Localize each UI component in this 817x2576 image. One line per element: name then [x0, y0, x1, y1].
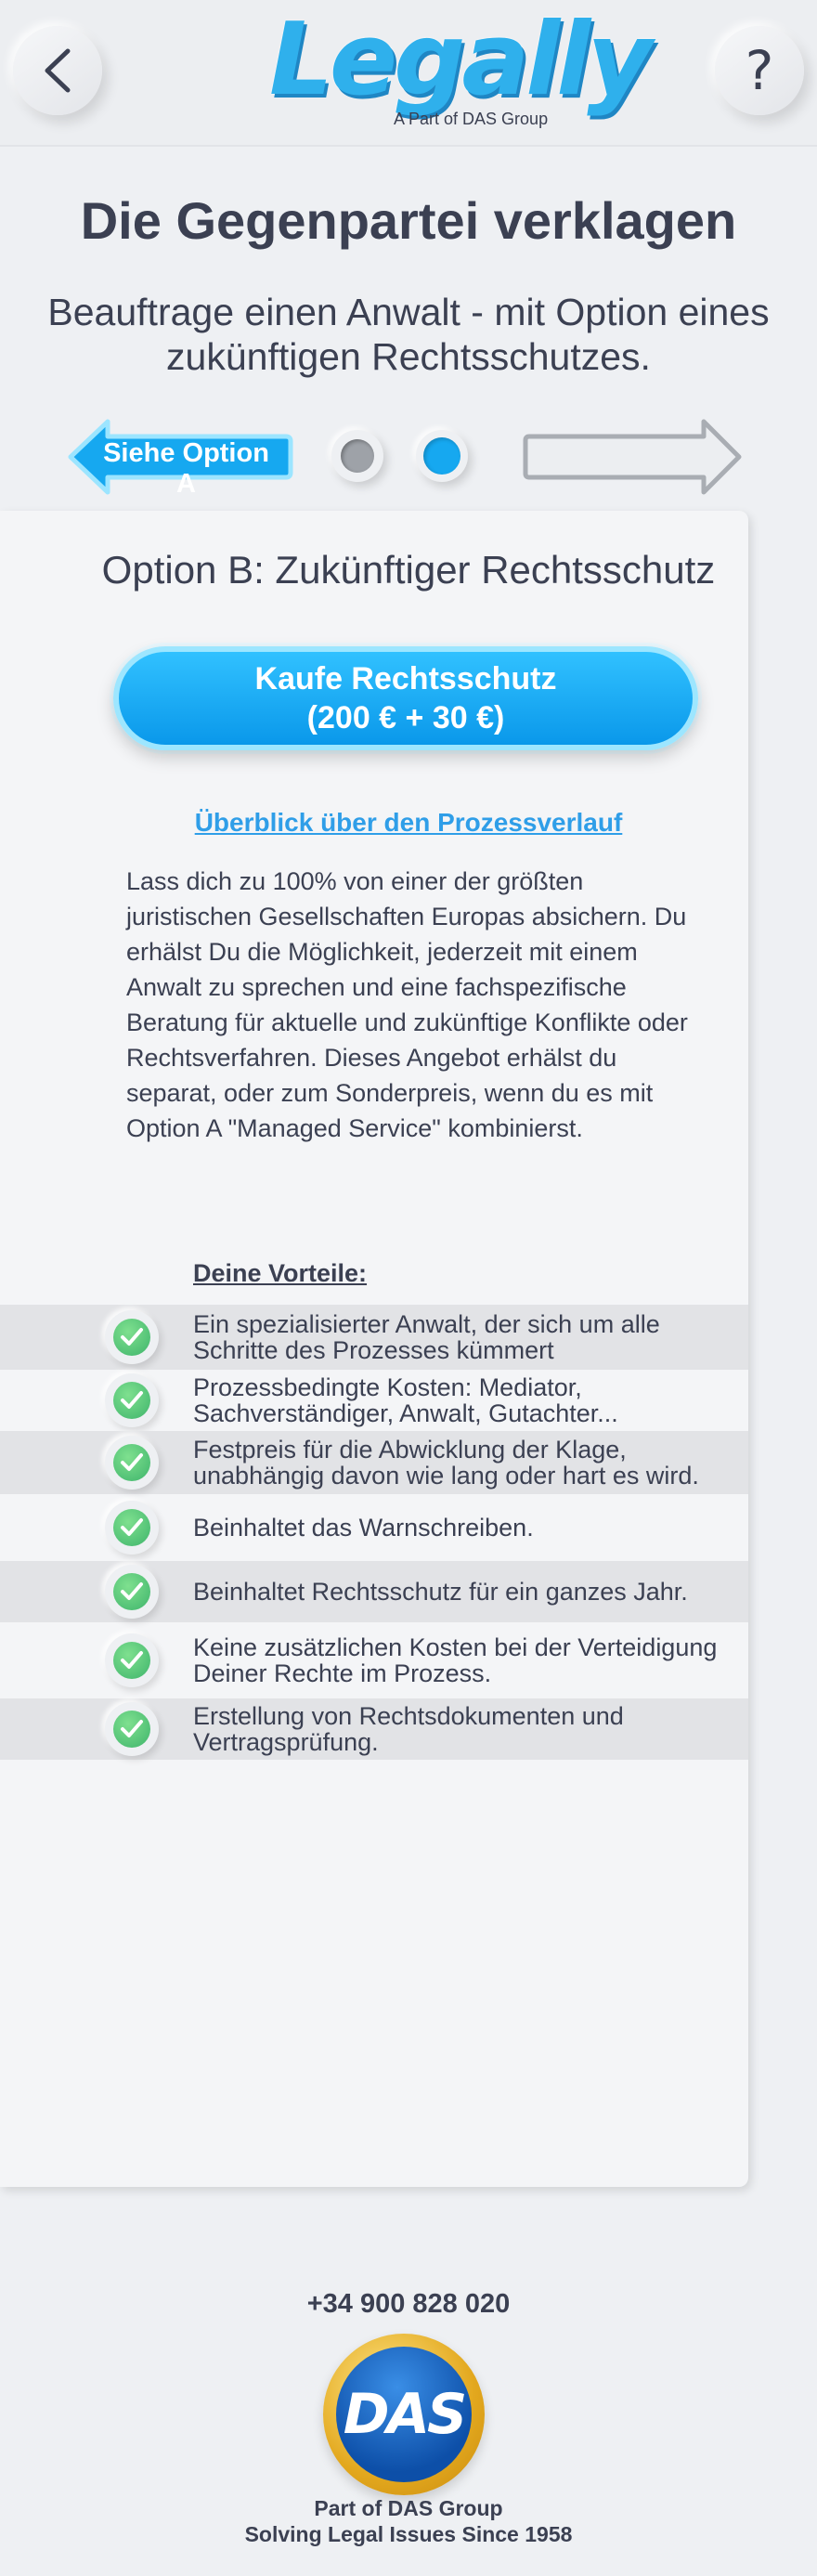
benefit-text: Beinhaltet das Warnschreiben. [193, 1514, 534, 1542]
footer-since-line: Solving Legal Issues Since 1958 [244, 2522, 573, 2546]
buy-button-line2: (200 € + 30 €) [306, 700, 505, 735]
check-icon [105, 1373, 159, 1427]
app-header: Legally A Part of DAS Group ? [0, 0, 817, 147]
next-option-button-disabled [523, 419, 742, 495]
check-icon [105, 1501, 159, 1555]
das-logo: DAS [323, 2334, 485, 2495]
legally-logo: Legally A Part of DAS Group [269, 2, 653, 133]
process-overview-link[interactable]: Überblick über den Prozessverlauf [0, 808, 817, 838]
footer-group-line: Part of DAS Group [314, 2496, 503, 2520]
help-button[interactable]: ? [715, 26, 804, 115]
benefit-text: Festpreis für die Abwicklung der Klage, … [193, 1436, 699, 1490]
das-logo-inner: DAS [336, 2347, 472, 2482]
question-icon: ? [745, 39, 774, 102]
benefit-text: Keine zusätzlichen Kosten bei der Vertei… [193, 1633, 718, 1687]
benefit-text: Erstellung von Rechtsdokumenten und Vert… [193, 1702, 624, 1756]
logo-wordmark: Legally [269, 2, 653, 118]
card-title: Option B: Zukünftiger Rechtsschutz [101, 548, 716, 592]
option-description: Lass dich zu 100% von einer der größten … [126, 867, 688, 1142]
check-icon [105, 1702, 159, 1756]
benefit-item: Ein spezialisierter Anwalt, der sich um … [0, 1305, 748, 1370]
page-subtitle: Beauftrage einen Anwalt - mit Option ein… [47, 291, 770, 378]
check-icon [105, 1436, 159, 1490]
benefit-text: Prozessbedingte Kosten: Mediator, Sachve… [193, 1373, 618, 1427]
buy-button-line1: Kaufe Rechtsschutz [254, 661, 557, 696]
benefit-item: Prozessbedingte Kosten: Mediator, Sachve… [0, 1370, 748, 1431]
option-b-card: Option B: Zukünftiger Rechtsschutz Kaufe… [0, 511, 748, 2187]
das-logo-text: DAS [343, 2382, 467, 2447]
check-icon [105, 1565, 159, 1619]
benefit-item: Keine zusätzlichen Kosten bei der Vertei… [0, 1622, 748, 1698]
logo-subtitle: A Part of DAS Group [394, 110, 549, 128]
step-indicator-1 [331, 430, 383, 482]
benefit-item: Beinhaltet Rechtsschutz für ein ganzes J… [0, 1561, 748, 1622]
phone-number[interactable]: +34 900 828 020 [0, 2289, 817, 2320]
benefit-item: Festpreis für die Abwicklung der Klage, … [0, 1431, 748, 1494]
benefit-item: Erstellung von Rechtsdokumenten und Vert… [0, 1698, 748, 1760]
buy-legal-protection-button[interactable]: Kaufe Rechtsschutz (200 € + 30 €) [113, 646, 698, 750]
step-indicator-2-active [416, 430, 468, 482]
page-title: Die Gegenpartei verklagen [80, 191, 737, 250]
benefits-heading: Deine Vorteile: [193, 1259, 368, 1287]
check-icon [105, 1310, 159, 1364]
option-a-label: Siehe Option A [103, 438, 269, 499]
benefit-item: Beinhaltet das Warnschreiben. [0, 1494, 748, 1561]
back-button[interactable] [13, 26, 102, 115]
benefit-text: Ein spezialisierter Anwalt, der sich um … [193, 1310, 660, 1364]
benefit-text: Beinhaltet Rechtsschutz für ein ganzes J… [193, 1578, 688, 1606]
check-icon [105, 1633, 159, 1687]
chevron-left-icon [45, 48, 71, 93]
